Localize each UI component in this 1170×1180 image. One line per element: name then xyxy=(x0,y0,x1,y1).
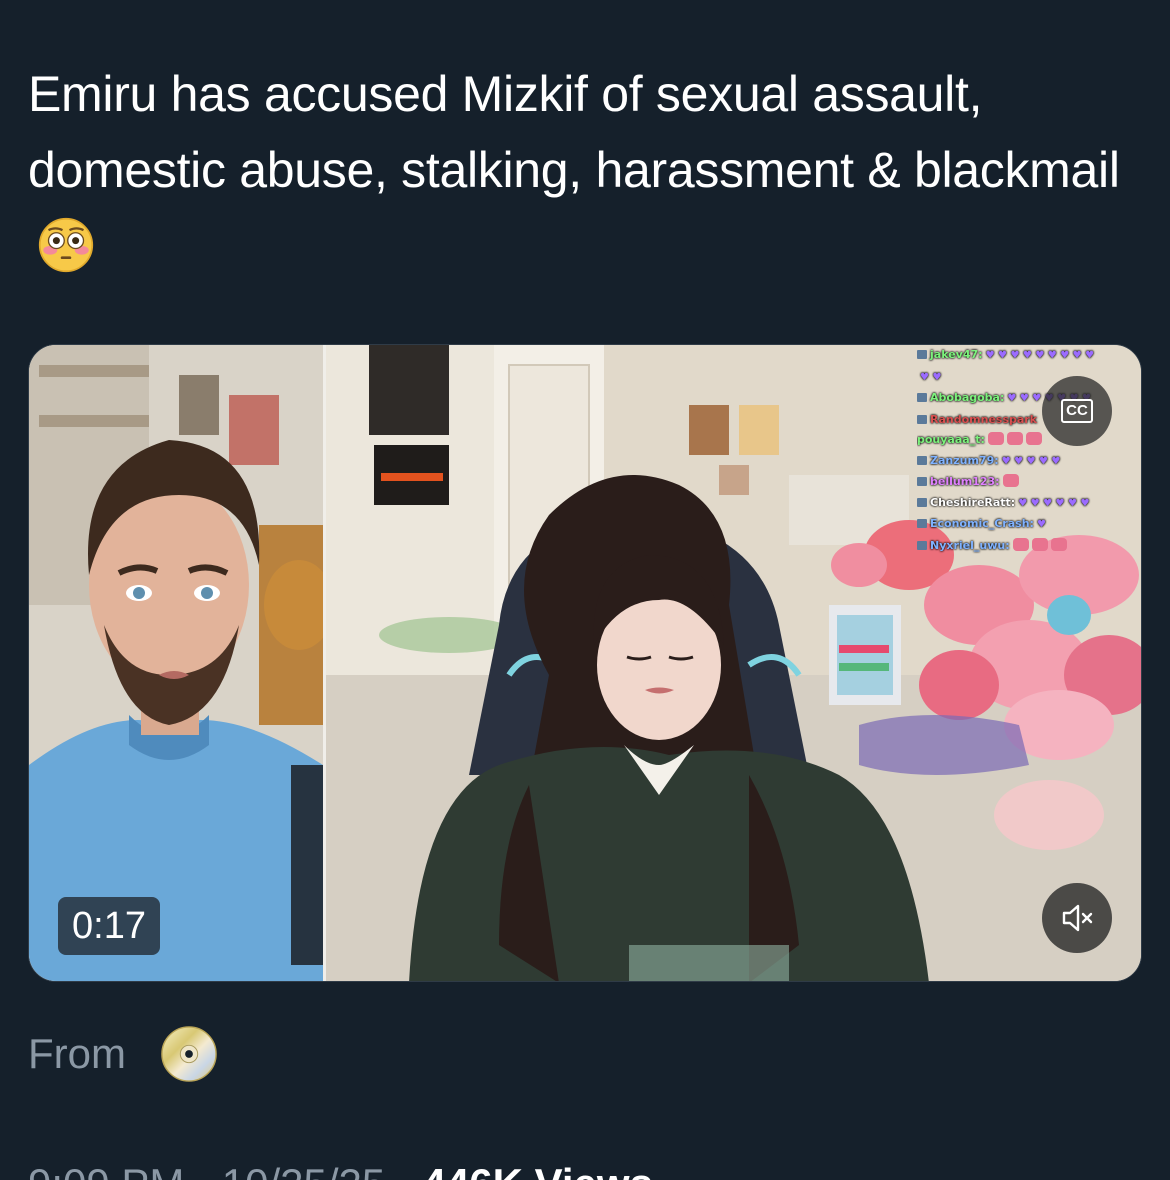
chat-message: ♥ ♥ xyxy=(920,371,942,383)
chat-message: jakev47: ♥ ♥ ♥ ♥ ♥ ♥ ♥ ♥ ♥ xyxy=(917,345,1141,367)
tweet-text: Emiru has accused Mizkif of sexual assau… xyxy=(28,66,1120,198)
chat-message: pouyaaa_t: xyxy=(917,430,1141,451)
chat-message: Nyxriel_uwu: xyxy=(917,536,1141,557)
chat-message: Zanzum79: ♥ ♥ ♥ ♥ ♥ xyxy=(917,451,1141,473)
from-attribution[interactable]: From xyxy=(28,1024,218,1084)
speaker-muted-icon xyxy=(1062,904,1093,932)
tweet-meta: 9:09 PM · 10/25/25 · 446K Views xyxy=(28,1160,653,1180)
tweet-timestamp: 9:09 PM · 10/25/25 · xyxy=(28,1160,423,1180)
video-timestamp: 0:17 xyxy=(58,897,160,955)
from-label: From xyxy=(28,1030,126,1077)
mute-toggle-button[interactable] xyxy=(1042,883,1112,953)
optical-disc-icon xyxy=(161,1026,217,1082)
video-player[interactable]: jakev47: ♥ ♥ ♥ ♥ ♥ ♥ ♥ ♥ ♥ ♥ ♥ Abobagoba:… xyxy=(28,344,1142,982)
tweet-body: Emiru has accused Mizkif of sexual assau… xyxy=(28,56,1128,284)
tweet-page: Emiru has accused Mizkif of sexual assau… xyxy=(0,0,1170,1180)
chat-message: Economic_Crash: ♥ xyxy=(917,514,1141,536)
chat-message: CheshireRatt: ♥ ♥ ♥ ♥ ♥ ♥ xyxy=(917,493,1141,515)
cc-icon: CC xyxy=(1061,399,1093,423)
flushed-face-emoji xyxy=(38,217,94,273)
chat-message: bellum123: xyxy=(917,472,1141,493)
view-count[interactable]: 446K Views xyxy=(423,1160,653,1180)
captions-button[interactable]: CC xyxy=(1042,376,1112,446)
stream-chat-overlay: jakev47: ♥ ♥ ♥ ♥ ♥ ♥ ♥ ♥ ♥ ♥ ♥ Abobagoba:… xyxy=(917,345,1141,557)
